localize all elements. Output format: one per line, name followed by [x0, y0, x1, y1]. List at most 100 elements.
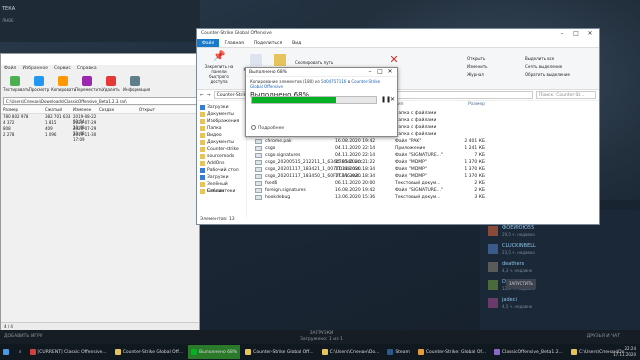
nav-item[interactable]: Изображения: [199, 118, 244, 125]
taskbar-item[interactable]: Steam: [384, 345, 413, 359]
file-row[interactable]: hookdebug 13.06.2020 15:36 Текстовый докум…: [249, 194, 599, 201]
downloads-status[interactable]: ЗАГРУЗКИ Загружено: 1 из 1: [300, 331, 343, 343]
winrar-menu-item[interactable]: Сервис: [54, 66, 71, 71]
winrar-toolbar-button[interactable]: Просмотр: [27, 76, 51, 94]
close-button[interactable]: ✕: [583, 29, 597, 39]
forward-icon[interactable]: →: [207, 93, 211, 98]
nav-item[interactable]: Папка: [199, 125, 244, 132]
edit-button[interactable]: Изменить: [467, 64, 493, 69]
file-row[interactable]: csgo_20201117_183450_1_60F7CFA6.md... 17.…: [249, 173, 599, 180]
copy-source-link[interactable]: 5d04757116: [321, 79, 346, 84]
file-row[interactable]: csgo 04.11.2020 22:14 Приложение 1 241 КБ: [249, 145, 599, 152]
nav-item[interactable]: sourcemods: [199, 153, 244, 160]
taskbar-item[interactable]: ClassicOffensive_Beta1.2...: [491, 345, 566, 359]
nav-item[interactable]: AddOns: [199, 160, 244, 167]
winrar-menu-item[interactable]: Избранное: [22, 66, 48, 71]
journal-button[interactable]: Журнал: [467, 72, 493, 77]
taskbar-item[interactable]: Counter-Strike Global Off...: [112, 345, 186, 359]
file-row[interactable]: csgo.signatures 04.11.2020 22:14 Файл "SIG…: [249, 152, 599, 159]
nav-item[interactable]: Видео: [199, 132, 244, 139]
friends-chat-button[interactable]: ДРУЗЬЯ И ЧАТ: [587, 334, 620, 339]
col-size[interactable]: Размер: [455, 102, 485, 110]
pin-icon: 📌: [213, 51, 226, 62]
archive-column-header[interactable]: Открыт: [139, 107, 159, 112]
navigation-pane: Загрузки Документы Изображения Папка Видео До…: [197, 102, 247, 217]
open-button[interactable]: Открыть: [467, 56, 493, 61]
ribbon-tab[interactable]: Поделиться: [249, 39, 287, 47]
file-row[interactable]: csgo_20201117_183421_1_007TD388.md... 17.…: [249, 166, 599, 173]
add-game-button[interactable]: ДОБАВИТЬ ИГРУ: [4, 334, 43, 339]
remove-selection-button[interactable]: Снять выделение: [525, 64, 575, 69]
winrar-title: [1, 54, 199, 65]
more-details-button[interactable]: Подробнее: [251, 125, 284, 131]
friend-entry[interactable]: ФОЕИЮЮ55 29,5 ч. недавно: [488, 224, 608, 240]
nav-item[interactable]: Рабочий стол: [199, 167, 244, 174]
avatar: [488, 262, 498, 272]
archive-column-header[interactable]: Создан: [99, 107, 139, 112]
copy-path-button[interactable]: Скопировать путь: [295, 60, 335, 65]
select-all-button[interactable]: Выделить все: [525, 56, 575, 61]
winrar-menu-item[interactable]: Справка: [77, 66, 97, 71]
winrar-toolbar-button[interactable]: Копировать: [51, 76, 76, 94]
nav-item[interactable]: Загрузки: [199, 104, 244, 111]
steam-bottom-bar: ДОБАВИТЬ ИГРУ ЗАГРУЗКИ Загружено: 1 из 1…: [0, 330, 640, 344]
app-icon: [114, 349, 121, 355]
taskbar: ⌕ [CURRENT] Classic Offensive... Counter-…: [0, 344, 640, 360]
taskbar-item[interactable]: Counter-Strike Global Off...: [242, 345, 316, 359]
archive-column-header[interactable]: Размер: [3, 107, 45, 112]
winrar-menu-item[interactable]: Файл: [4, 66, 16, 71]
start-button[interactable]: [0, 345, 14, 359]
archive-path[interactable]: C:\Users\Cпенан\Downloads\ClassicOffensi…: [3, 97, 197, 105]
friend-name: CLUCKINBELL: [502, 243, 536, 249]
copy-progress-fill: [252, 97, 337, 103]
friend-entry[interactable]: jadeci 4,5 ч. недавно: [488, 296, 608, 312]
nav-item[interactable]: Загрузки: [199, 174, 244, 181]
taskbar-item[interactable]: [CURRENT] Classic Offensive...: [27, 345, 110, 359]
file-row[interactable]: csgo_20200515_212211_1_634478340.ecc... 1…: [249, 159, 599, 166]
ribbon-tab[interactable]: Вид: [287, 39, 306, 47]
copy-minimize-button[interactable]: –: [365, 68, 375, 76]
nav-item[interactable]: Counter-strike: [199, 146, 244, 153]
friend-entry[interactable]: CLUCKINBELL 23,5 ч. недавно: [488, 242, 608, 258]
file-date: 04.11.2020 22:14: [335, 146, 376, 151]
toolbar-label: Копировать: [51, 87, 76, 92]
toolbar-icon: [130, 76, 140, 86]
file-row[interactable]: chrome.pak 16.08.2020 19:42 Файл "PAK" 2 40…: [249, 138, 599, 145]
invert-selection-button[interactable]: Обратить выделение: [525, 72, 585, 77]
file-icon: [255, 181, 262, 186]
archive-file-list: 780 802 978 382 701 633 2019-08-22 03:54 4 …: [1, 114, 199, 142]
friend-entry[interactable]: deathers 4,3 ч. недавно: [488, 260, 608, 276]
taskbar-item[interactable]: C:\Users\Cпенан\Do...: [319, 345, 383, 359]
archive-row[interactable]: 2 278 1 096 2019-11-30 17:09: [1, 132, 199, 142]
system-clock[interactable]: 22:24 17.11.2020: [613, 346, 636, 358]
explorer-titlebar: Counter-Strike Global Offensive – □ ✕: [197, 29, 599, 39]
ribbon-tab[interactable]: Файл: [197, 39, 220, 47]
file-row[interactable]: foreign.signatures 16.08.2020 19:42 Файл "…: [249, 187, 599, 194]
copy-close-button[interactable]: ✕: [385, 68, 395, 76]
archive-column-header[interactable]: Изменен: [73, 107, 99, 112]
winrar-toolbar-button[interactable]: Тестировать: [3, 76, 30, 94]
pin-button[interactable]: 📌 Закрепить на панели быстрого доступа: [201, 51, 237, 84]
maximize-button[interactable]: □: [569, 29, 583, 39]
archive-column-header[interactable]: Сжатый: [45, 107, 73, 112]
col-type[interactable]: Тип: [395, 102, 455, 110]
nav-item[interactable]: Библиотеки: [199, 188, 244, 195]
nav-item[interactable]: Документы: [199, 139, 244, 146]
cancel-icon[interactable]: ✕: [390, 96, 395, 103]
taskbar-item[interactable]: Выполнено 68%: [188, 345, 241, 359]
minimize-button[interactable]: –: [555, 29, 569, 39]
taskbar-item[interactable]: Counter-Strike: Global Of...: [415, 345, 489, 359]
file-row[interactable]: fsed6 06.11.2020 20:00 Текстовый докум... 2…: [249, 180, 599, 187]
play-button[interactable]: ЗАПУСТИТЬ: [506, 279, 536, 289]
back-icon[interactable]: ←: [200, 93, 204, 98]
winrar-toolbar-button[interactable]: Удалить: [99, 76, 123, 94]
nav-item[interactable]: Зелёный Стелан: [199, 181, 244, 194]
nav-item[interactable]: Документы: [199, 111, 244, 118]
winrar-toolbar-button[interactable]: Переместить: [75, 76, 103, 94]
taskbar-search-icon[interactable]: ⌕: [16, 345, 25, 359]
delete-button[interactable]: ✕: [387, 54, 401, 67]
search-input[interactable]: Поиск: Counter-St...: [536, 91, 596, 99]
copy-maximize-button[interactable]: □: [375, 68, 385, 76]
ribbon-tab[interactable]: Главная: [219, 39, 248, 47]
winrar-toolbar-button[interactable]: Информация: [123, 76, 150, 94]
